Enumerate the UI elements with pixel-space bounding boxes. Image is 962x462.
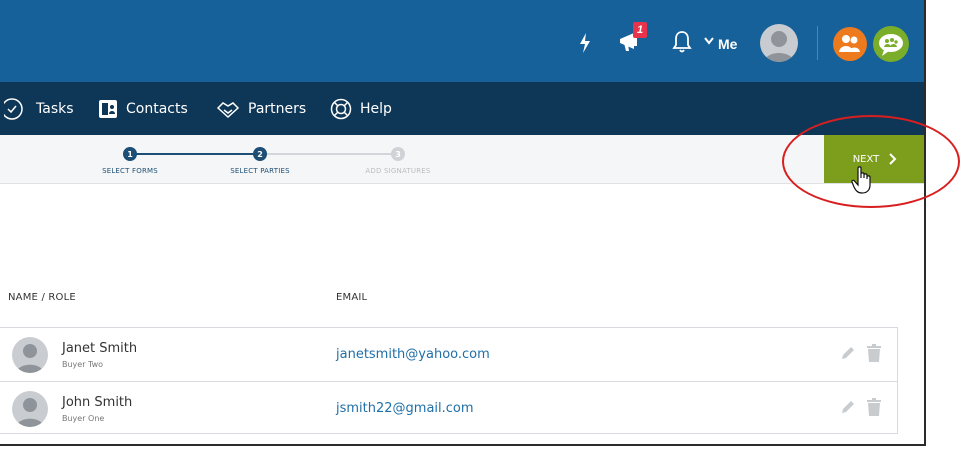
bell-icon[interactable] bbox=[672, 30, 692, 54]
nav-item-label: Tasks bbox=[36, 100, 74, 117]
nav-item-contacts[interactable]: Contacts bbox=[98, 82, 188, 135]
app-window: 1 Me Tasks Contacts Partners Help 1 2 3 … bbox=[0, 0, 926, 446]
nav-item-help[interactable]: Help bbox=[330, 82, 392, 135]
hand-cursor-icon bbox=[851, 166, 875, 199]
column-header-name-role: NAME / ROLE bbox=[8, 292, 76, 303]
step-3-number: 3 bbox=[395, 150, 401, 159]
next-button[interactable]: NEXT bbox=[824, 135, 924, 183]
top-bar: 1 Me bbox=[0, 0, 924, 82]
chevron-right-icon bbox=[889, 150, 897, 169]
me-menu-label[interactable]: Me bbox=[718, 36, 737, 52]
wizard-progress: 1 2 3 SELECT FORMS SELECT PARTIES ADD SI… bbox=[0, 135, 924, 184]
nav-item-label: Partners bbox=[248, 100, 307, 117]
chevron-down-icon[interactable] bbox=[704, 37, 714, 45]
step-1-label: SELECT FORMS bbox=[102, 167, 158, 175]
trash-icon[interactable] bbox=[866, 344, 882, 367]
nav-item-label: Contacts bbox=[126, 100, 188, 117]
check-circle-icon bbox=[4, 97, 23, 120]
table-row: Janet Smith Buyer Two janetsmith@yahoo.c… bbox=[0, 328, 898, 381]
nav-item-tasks[interactable]: Tasks bbox=[4, 82, 74, 135]
lifebuoy-icon bbox=[330, 98, 352, 119]
notification-badge: 1 bbox=[633, 22, 647, 38]
pencil-icon[interactable] bbox=[840, 345, 856, 366]
step-3-label: ADD SIGNATURES bbox=[365, 167, 431, 175]
step-2-number: 2 bbox=[257, 150, 263, 159]
nav-item-partners[interactable]: Partners bbox=[216, 82, 306, 135]
parties-table: Janet Smith Buyer Two janetsmith@yahoo.c… bbox=[0, 327, 898, 434]
contact-avatar bbox=[12, 391, 48, 427]
header-divider bbox=[817, 26, 818, 60]
column-header-email: EMAIL bbox=[336, 292, 368, 303]
lightning-icon[interactable] bbox=[579, 33, 591, 53]
chat-people-green-icon[interactable] bbox=[872, 25, 910, 63]
contact-email[interactable]: janetsmith@yahoo.com bbox=[336, 347, 490, 362]
contact-role: Buyer One bbox=[62, 414, 105, 423]
pencil-icon[interactable] bbox=[840, 399, 856, 420]
contact-role: Buyer Two bbox=[62, 360, 104, 369]
step-1-number: 1 bbox=[127, 150, 133, 159]
screenshot-canvas: 1 Me Tasks Contacts Partners Help 1 2 3 … bbox=[0, 0, 962, 462]
next-button-label: NEXT bbox=[852, 153, 880, 165]
people-orange-icon[interactable] bbox=[832, 26, 868, 62]
contact-avatar bbox=[12, 337, 48, 373]
contacts-book-icon bbox=[99, 99, 117, 118]
contact-email[interactable]: jsmith22@gmail.com bbox=[336, 401, 474, 416]
nav-item-label: Help bbox=[360, 100, 392, 117]
handshake-icon bbox=[216, 101, 240, 118]
contact-name: John Smith bbox=[62, 395, 133, 410]
user-avatar[interactable] bbox=[760, 24, 798, 62]
trash-icon[interactable] bbox=[866, 398, 882, 421]
step-2-label: SELECT PARTIES bbox=[230, 167, 290, 175]
contact-name: Janet Smith bbox=[62, 341, 138, 356]
table-row: John Smith Buyer One jsmith22@gmail.com bbox=[0, 381, 898, 434]
main-nav: Tasks Contacts Partners Help bbox=[0, 82, 924, 135]
